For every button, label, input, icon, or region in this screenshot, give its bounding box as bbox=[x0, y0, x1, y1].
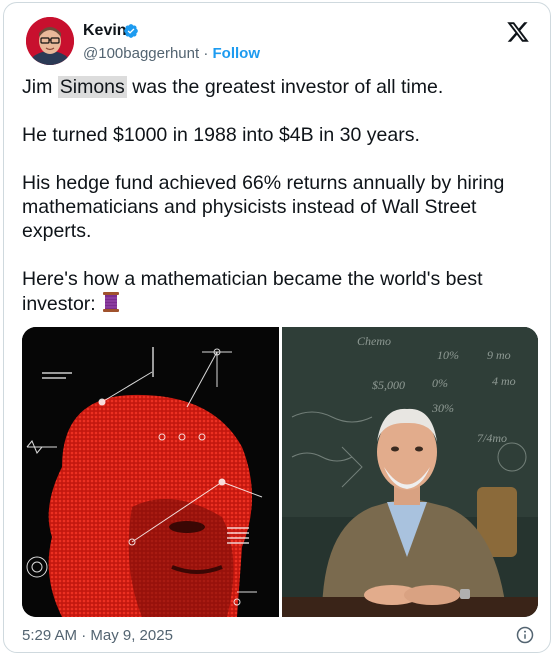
chalk-text-3: 9 mo bbox=[487, 348, 511, 362]
chalk-text-6: 30% bbox=[431, 401, 454, 415]
timestamp[interactable]: 5:29 AM · May 9, 2025 bbox=[22, 627, 173, 644]
red-halftone-portrait[interactable] bbox=[22, 327, 279, 617]
tweet-media[interactable]: Chemo 10% 9 mo 0% 4 mo 30% 7/4mo $5,000 bbox=[22, 327, 538, 617]
chalk-text-4: 0% bbox=[432, 376, 448, 390]
verified-badge-icon bbox=[124, 24, 138, 38]
info-icon[interactable] bbox=[516, 626, 534, 644]
author-handle-line: @100baggerhunt · Follow bbox=[83, 45, 260, 62]
chalk-text-8: $5,000 bbox=[372, 378, 405, 392]
chalk-text-2: 10% bbox=[437, 348, 459, 362]
chalk-text-1: Chemo bbox=[357, 334, 391, 348]
tweet-paragraph-3: His hedge fund achieved 66% returns annu… bbox=[22, 172, 505, 242]
highlighted-word: Simons bbox=[57, 76, 127, 98]
chalk-text-5: 4 mo bbox=[492, 374, 516, 388]
avatar[interactable] bbox=[26, 17, 74, 65]
follow-button[interactable]: Follow bbox=[213, 45, 261, 62]
chalk-text-7: 7/4mo bbox=[477, 431, 507, 445]
separator: · bbox=[203, 45, 209, 62]
tweet-text: Jim Simons was the greatest investor of … bbox=[22, 75, 532, 343]
author-handle[interactable]: @100baggerhunt bbox=[83, 45, 199, 62]
tweet-paragraph-4-text: Here's how a mathematician became the wo… bbox=[22, 268, 483, 316]
text-jim: Jim bbox=[22, 76, 58, 98]
portrait-at-chalkboard[interactable]: Chemo 10% 9 mo 0% 4 mo 30% 7/4mo $5,000 bbox=[281, 327, 538, 617]
thread-spool-icon bbox=[101, 291, 121, 319]
tweet-paragraph-2: He turned $1000 in 1988 into $4B in 30 y… bbox=[22, 124, 420, 146]
text-rest: was the greatest investor of all time. bbox=[126, 76, 444, 98]
tweet-paragraph-1: Jim Simons was the greatest investor of … bbox=[22, 75, 532, 99]
x-logo-icon[interactable] bbox=[506, 20, 530, 44]
author-name[interactable]: Kevin bbox=[83, 22, 127, 40]
tweet-paragraph-4: Here's how a mathematician became the wo… bbox=[22, 267, 532, 319]
